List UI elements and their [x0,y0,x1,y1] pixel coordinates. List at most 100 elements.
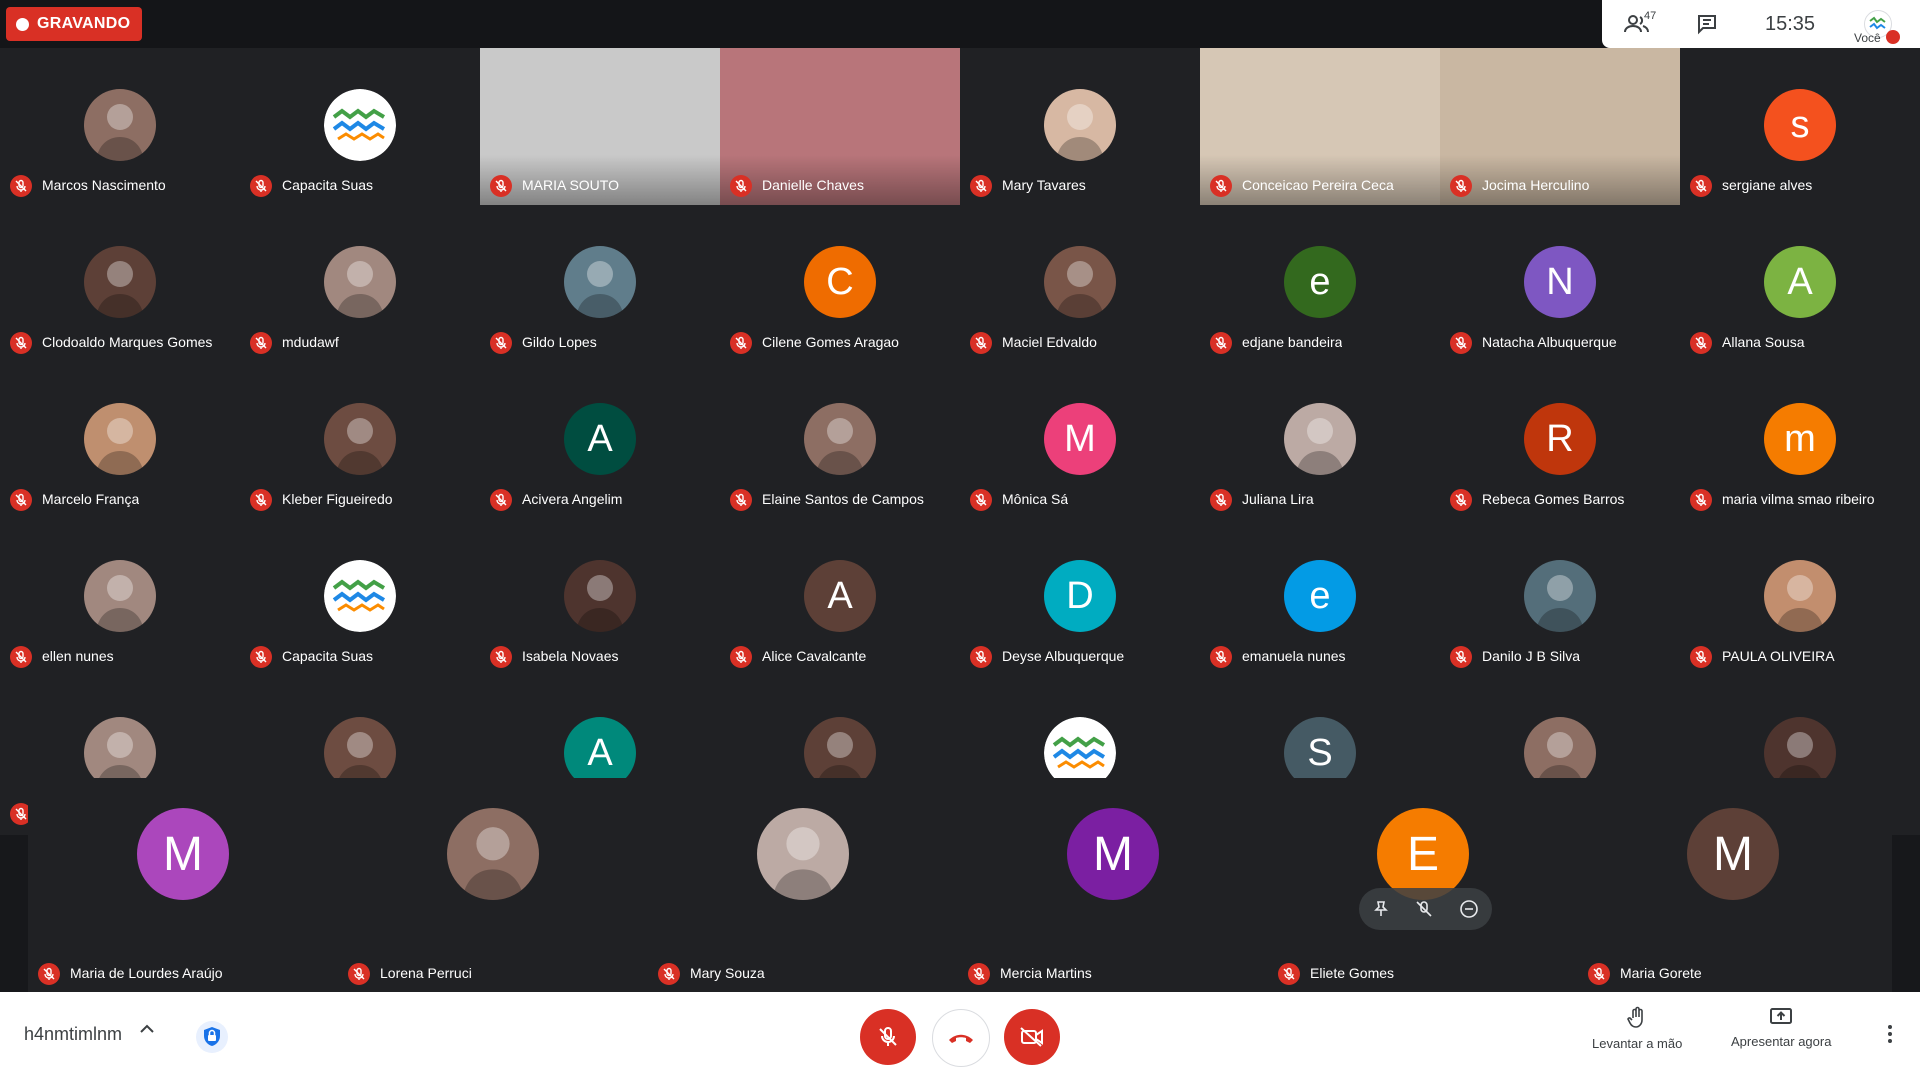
participant-tile-clodoaldo-marques-gomes[interactable]: Clodoaldo Marques Gomes [0,205,240,362]
participant-tile-eliete-gomes[interactable]: E Eliete Gomes [1268,778,1578,992]
participant-tile-sergiane-alves[interactable]: s sergiane alves [1680,48,1920,205]
recording-badge[interactable]: GRAVANDO [6,7,143,41]
participant-name: Capacita Suas [282,648,374,664]
recording-dot-icon [16,17,29,31]
participant-tile-maciel-edvaldo[interactable]: Maciel Edvaldo [960,205,1200,362]
mute-participant-icon[interactable] [1415,900,1433,918]
participant-name: sergiane alves [1722,177,1813,193]
participant-tile-deyse-albuquerque[interactable]: D Deyse Albuquerque [960,519,1200,676]
participant-tile-elaine-santos-de-campos[interactable]: Elaine Santos de Campos [720,362,960,519]
mic-off-icon [730,646,752,668]
mic-off-icon [10,332,32,354]
participant-name: Kleber Figueiredo [282,491,393,507]
participant-name: mdudawf [282,334,339,350]
avatar [757,808,849,900]
avatar: m [1764,403,1836,475]
mic-off-icon [1450,175,1472,197]
mic-off-icon [1450,646,1472,668]
bottom-bar: h4nmtimlnm Levantar a mão Apresentar ago… [0,992,1920,1080]
participant-tile-isabela-novaes[interactable]: Isabela Novaes [480,519,720,676]
participant-tile-kleber-figueiredo[interactable]: Kleber Figueiredo [240,362,480,519]
mic-off-icon [10,489,32,511]
participant-tile-juliana-lira[interactable]: Juliana Lira [1200,362,1440,519]
top-bar: GRAVANDO 47 15:35 Você [0,0,1920,48]
participant-name: Allana Sousa [1722,334,1805,350]
mic-off-icon [970,646,992,668]
participant-tile-acivera-angelim[interactable]: A Acivera Angelim [480,362,720,519]
participant-tile-gildo-lopes[interactable]: Gildo Lopes [480,205,720,362]
participant-tile-maria-gorete[interactable]: M Maria Gorete [1578,778,1888,992]
mic-off-icon [1210,332,1232,354]
participant-tile-edjane-bandeira[interactable]: e edjane bandeira [1200,205,1440,362]
participant-tile-maria-vilma-smao-ribeiro[interactable]: m maria vilma smao ribeiro [1680,362,1920,519]
mic-off-icon [490,646,512,668]
participant-name: Capacita Suas [282,177,374,193]
participant-name: Mary Tavares [1002,177,1086,193]
participant-tile-danilo-j-b-silva[interactable]: Danilo J B Silva [1440,519,1680,676]
participant-tile-cilene-gomes-aragao[interactable]: C Cilene Gomes Aragao [720,205,960,362]
microphone-toggle-button[interactable] [860,1009,916,1065]
raise-hand-button[interactable]: Levantar a mão [1592,1006,1682,1051]
mic-off-icon [1588,963,1610,985]
avatar: A [804,560,876,632]
avatar: A [564,403,636,475]
participant-tile-marcelo-franca[interactable]: Marcelo França [0,362,240,519]
mic-off-icon [348,963,370,985]
participant-name: Acivera Angelim [522,491,623,507]
participant-name: Gildo Lopes [522,334,597,350]
mic-off-icon [968,963,990,985]
self-tile[interactable]: Você [1838,0,1900,48]
participant-tile-emanuela-nunes[interactable]: e emanuela nunes [1200,519,1440,676]
participant-tile-alice-cavalcante[interactable]: A Alice Cavalcante [720,519,960,676]
participant-name: Lorena Perruci [380,965,472,981]
participant-tile-capacita-suas[interactable]: Capacita Suas [240,519,480,676]
participant-name: emanuela nunes [1242,648,1346,664]
participant-tile-monica-sa[interactable]: M Mônica Sá [960,362,1200,519]
participant-tile-mary-souza[interactable]: Mary Souza [648,778,958,992]
camera-toggle-button[interactable] [1004,1009,1060,1065]
participant-name: Conceicao Pereira Ceca [1242,177,1394,193]
avatar: R [1524,403,1596,475]
participant-name: Eliete Gomes [1310,965,1395,981]
participant-tile-mdudawf[interactable]: mdudawf [240,205,480,362]
participant-tile-lorena-perruci[interactable]: Lorena Perruci [338,778,648,992]
avatar: M [137,808,229,900]
participant-tile-ellen-nunes[interactable]: ellen nunes [0,519,240,676]
avatar: M [1067,808,1159,900]
participant-tile-marcos-nascimento[interactable]: Marcos Nascimento [0,48,240,205]
participant-name: Danielle Chaves [762,177,864,193]
participant-tile-mary-tavares[interactable]: Mary Tavares [960,48,1200,205]
participant-tile-danielle-chaves[interactable]: Danielle Chaves [720,48,960,205]
participant-name: Juliana Lira [1242,491,1314,507]
host-controls-shield-icon[interactable] [195,1020,229,1054]
pin-icon[interactable] [1372,900,1390,918]
participant-tile-jocima-herculino[interactable]: Jocima Herculino [1440,48,1680,205]
participant-tile-allana-sousa[interactable]: A Allana Sousa [1680,205,1920,362]
avatar [564,560,636,632]
mic-off-icon [1210,489,1232,511]
participant-name: Clodoaldo Marques Gomes [42,334,213,350]
participants-button[interactable]: 47 [1602,0,1672,48]
participant-tile-rebeca-gomes-barros[interactable]: R Rebeca Gomes Barros [1440,362,1680,519]
participant-name: Rebeca Gomes Barros [1482,491,1625,507]
leave-call-button[interactable] [932,1009,990,1067]
avatar: E [1377,808,1469,900]
remove-icon[interactable] [1459,899,1479,919]
participant-tile-capacita-suas[interactable]: Capacita Suas [240,48,480,205]
more-options-icon[interactable] [1880,1022,1900,1046]
participant-tile-maria-souto[interactable]: MARIA SOUTO [480,48,720,205]
mic-off-icon [1450,332,1472,354]
mic-off-icon [1278,963,1300,985]
mic-off-icon [490,489,512,511]
participant-tile-maria-de-lourdes-araujo[interactable]: M Maria de Lourdes Araújo [28,778,338,992]
participant-tile-mercia-martins[interactable]: M Mercia Martins [958,778,1268,992]
participant-tile-natacha-albuquerque[interactable]: N Natacha Albuquerque [1440,205,1680,362]
participant-tile-paula-oliveira[interactable]: PAULA OLIVEIRA [1680,519,1920,676]
chat-button[interactable] [1672,0,1742,48]
participant-name: Maria de Lourdes Araújo [70,965,223,981]
present-now-button[interactable]: Apresentar agora [1731,1006,1831,1049]
avatar: M [1687,808,1779,900]
chevron-up-icon[interactable] [138,1020,156,1038]
mic-off-icon [970,175,992,197]
participant-tile-conceicao-pereira-ceca[interactable]: Conceicao Pereira Ceca [1200,48,1440,205]
